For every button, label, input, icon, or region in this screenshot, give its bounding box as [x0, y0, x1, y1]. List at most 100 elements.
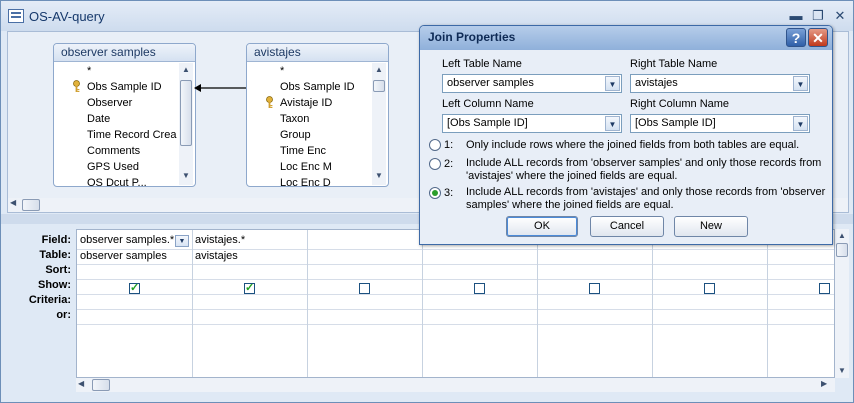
join-option-1-radio[interactable] — [429, 139, 441, 151]
new-button[interactable]: New — [674, 216, 748, 237]
show-checkbox[interactable] — [819, 283, 830, 294]
left-column-combo[interactable]: [Obs Sample ID] ▼ — [442, 114, 622, 133]
grid-column[interactable] — [307, 230, 423, 377]
field-cell[interactable] — [310, 233, 418, 248]
scroll-up-icon[interactable]: ▲ — [835, 229, 849, 242]
scroll-down-icon[interactable]: ▼ — [835, 364, 849, 377]
grid-column[interactable]: avistajes.* avistajes — [192, 230, 308, 377]
window-title: OS-AV-query — [29, 9, 105, 24]
table-header[interactable]: observer samples — [54, 44, 195, 62]
right-column-value: [Obs Sample ID] — [635, 117, 716, 129]
join-option-3-number: 3: — [444, 187, 454, 199]
field-cell[interactable]: observer samples.* — [80, 233, 176, 248]
table-observer-samples[interactable]: observer samples * Obs Sample ID Observer D… — [53, 43, 196, 187]
chevron-down-icon[interactable]: ▼ — [605, 116, 620, 131]
grid-row-label: or: — [56, 309, 71, 321]
scroll-thumb[interactable] — [180, 80, 192, 146]
chevron-down-icon[interactable]: ▼ — [793, 76, 808, 91]
scroll-left-icon[interactable]: ◀ — [10, 198, 16, 207]
grid-hscrollbar[interactable]: ◀ ▶ — [76, 378, 835, 392]
grid-column[interactable] — [537, 230, 653, 377]
left-column-label: Left Column Name — [442, 98, 534, 110]
query-design-grid[interactable]: observer samples.*▼ observer samples avist… — [76, 229, 835, 378]
scroll-thumb[interactable] — [22, 199, 40, 211]
field-label: Loc Enc D — [280, 177, 331, 187]
table-cell[interactable]: observer samples — [80, 249, 167, 264]
join-option-2-radio[interactable] — [429, 158, 441, 170]
grid-column[interactable] — [422, 230, 538, 377]
table-scrollbar[interactable]: ▲ ▼ — [372, 63, 386, 185]
join-option-2-text: Include ALL records from 'observer sampl… — [466, 157, 822, 182]
field-label: Obs Sample ID — [87, 81, 162, 93]
field-label: * — [280, 65, 285, 77]
chevron-down-icon[interactable]: ▼ — [175, 235, 189, 247]
show-checkbox[interactable] — [359, 283, 370, 294]
query-icon — [8, 9, 24, 23]
help-icon[interactable]: ? — [786, 28, 806, 47]
left-column-value: [Obs Sample ID] — [447, 117, 528, 129]
right-column-combo[interactable]: [Obs Sample ID] ▼ — [630, 114, 810, 133]
right-table-combo[interactable]: avistajes ▼ — [630, 74, 810, 93]
grid-row-label: Sort: — [45, 264, 71, 276]
left-table-value: observer samples — [447, 77, 534, 89]
field-label: * — [87, 65, 92, 77]
join-option-1-number: 1: — [444, 139, 454, 151]
field-label: Time Record Crea — [87, 129, 177, 141]
grid-column[interactable] — [767, 230, 834, 377]
field-label: Group — [280, 129, 311, 141]
query-window: OS-AV-query ▬ ❐ ✕ observer samples * Obs … — [0, 0, 854, 403]
grid-row-label: Show: — [38, 279, 71, 291]
cancel-button[interactable]: Cancel — [590, 216, 664, 237]
scroll-thumb[interactable] — [836, 243, 848, 257]
key-icon — [72, 80, 81, 93]
field-cell[interactable]: avistajes.* — [195, 233, 303, 248]
scroll-up-icon[interactable]: ▲ — [372, 63, 386, 76]
close-icon[interactable]: ✕ — [808, 28, 828, 47]
grid-row-label: Table: — [39, 249, 71, 261]
scroll-thumb[interactable] — [373, 80, 385, 92]
scroll-right-icon[interactable]: ▶ — [821, 379, 827, 388]
table-scrollbar[interactable]: ▲ ▼ — [179, 63, 193, 185]
table-header[interactable]: avistajes — [247, 44, 388, 62]
field-label: OS Dcut P... — [87, 177, 147, 187]
join-line[interactable] — [194, 82, 248, 94]
scroll-thumb[interactable] — [92, 379, 110, 391]
chevron-down-icon[interactable]: ▼ — [605, 76, 620, 91]
show-checkbox[interactable] — [589, 283, 600, 294]
key-icon — [265, 96, 274, 109]
show-checkbox[interactable] — [474, 283, 485, 294]
scroll-up-icon[interactable]: ▲ — [179, 63, 193, 76]
ok-button[interactable]: OK — [506, 216, 578, 237]
field-label: Observer — [87, 97, 133, 109]
join-properties-dialog: Join Properties ? ✕ Left Table Name Righ… — [419, 25, 833, 245]
close-icon[interactable]: ✕ — [831, 8, 849, 24]
right-column-label: Right Column Name — [630, 98, 730, 110]
restore-icon[interactable]: ❐ — [809, 8, 827, 24]
field-label: Obs Sample ID — [280, 81, 355, 93]
show-checkbox[interactable] — [129, 281, 140, 294]
grid-column[interactable] — [652, 230, 768, 377]
table-avistajes[interactable]: avistajes * Obs Sample ID Avistaje ID Taxon… — [246, 43, 389, 187]
grid-row-label: Field: — [41, 234, 71, 246]
show-checkbox[interactable] — [244, 281, 255, 294]
right-table-label: Right Table Name — [630, 58, 718, 70]
dialog-title-bar[interactable]: Join Properties ? ✕ — [420, 26, 832, 50]
field-label: Taxon — [280, 113, 310, 125]
table-cell[interactable]: avistajes — [195, 249, 238, 264]
minimize-icon[interactable]: ▬ — [787, 8, 805, 24]
field-label: Time Enc — [280, 145, 327, 157]
chevron-down-icon[interactable]: ▼ — [793, 116, 808, 131]
join-option-3-radio[interactable] — [429, 187, 441, 199]
scroll-down-icon[interactable]: ▼ — [179, 169, 193, 182]
left-table-label: Left Table Name — [442, 58, 522, 70]
grid-vscrollbar[interactable]: ▲ ▼ — [835, 229, 849, 378]
join-option-2-number: 2: — [444, 158, 454, 170]
field-label: Avistaje ID — [280, 97, 333, 109]
scroll-left-icon[interactable]: ◀ — [78, 379, 84, 388]
scroll-down-icon[interactable]: ▼ — [372, 169, 386, 182]
left-table-combo[interactable]: observer samples ▼ — [442, 74, 622, 93]
field-label: Loc Enc M — [280, 161, 332, 173]
field-label: GPS Used — [87, 161, 139, 173]
show-checkbox[interactable] — [704, 283, 715, 294]
grid-column[interactable]: observer samples.* ▼ observer samples — [77, 230, 193, 377]
